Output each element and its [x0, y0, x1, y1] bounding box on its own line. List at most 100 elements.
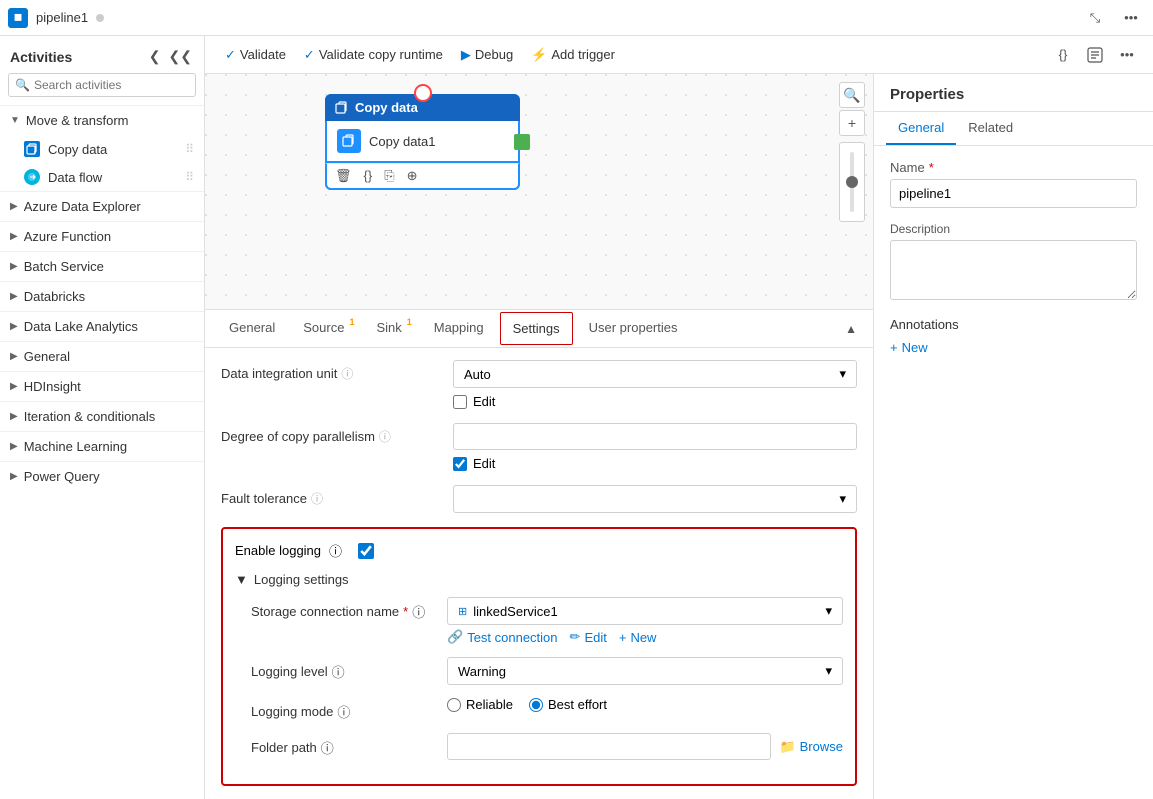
tab-mapping[interactable]: Mapping [422, 312, 496, 345]
collapse-panel-btn[interactable]: ▲ [841, 318, 861, 340]
folder-path-info-icon[interactable]: ⓘ [321, 738, 334, 757]
data-flow-icon [24, 169, 40, 185]
sidebar: Activities ❮ ❮❮ 🔍 ▼ Move & transform Cop… [0, 36, 205, 799]
folder-path-input[interactable] [447, 733, 771, 760]
main-layout: Activities ❮ ❮❮ 🔍 ▼ Move & transform Cop… [0, 36, 1153, 799]
radio-reliable-label: Reliable [466, 697, 513, 712]
sidebar-item-copy-data[interactable]: Copy data ⠿ [0, 135, 204, 163]
chevron-down-icon: ▼ [10, 115, 20, 126]
section-data-lake-analytics-header[interactable]: ▶ Data Lake Analytics [0, 312, 204, 341]
radio-best-effort[interactable]: Best effort [529, 697, 607, 712]
new-connection-btn[interactable]: + New [619, 630, 657, 645]
search-box[interactable]: 🔍 [8, 73, 196, 97]
section-databricks-header[interactable]: ▶ Databricks [0, 282, 204, 311]
test-connection-btn[interactable]: 🔗 Test connection [447, 629, 558, 645]
section-iteration-conditionals-header[interactable]: ▶ Iteration & conditionals [0, 402, 204, 431]
validate-label: Validate [240, 47, 286, 62]
parallelism-control: Edit [453, 423, 857, 471]
browse-btn[interactable]: 📁 Browse [779, 739, 843, 755]
fault-select[interactable]: ▾ [453, 485, 857, 513]
diu-select[interactable]: Auto ▾ [453, 360, 857, 388]
zoom-in-btn[interactable]: + [839, 110, 865, 136]
collapse-icon[interactable]: ❮ [147, 46, 163, 67]
search-canvas-btn[interactable]: 🔍 [839, 82, 865, 108]
chevron-right-icon-5: ▶ [10, 321, 18, 332]
chevron-right-icon-6: ▶ [10, 351, 18, 362]
validate-icon-btn[interactable] [1081, 41, 1109, 69]
copy-data-icon [24, 141, 40, 157]
radio-reliable[interactable]: Reliable [447, 697, 513, 712]
section-batch-service-header[interactable]: ▶ Batch Service [0, 252, 204, 281]
section-general-header[interactable]: ▶ General [0, 342, 204, 371]
section-azure-function-header[interactable]: ▶ Azure Function [0, 222, 204, 251]
storage-connection-control: ⊞ linkedService1 ▾ 🔗 Test connection [447, 597, 843, 645]
search-input[interactable] [34, 78, 189, 92]
section-move-transform-header[interactable]: ▼ Move & transform [0, 106, 204, 135]
parallelism-info-icon[interactable]: ⓘ [379, 428, 391, 445]
section-hdinsight-label: HDInsight [24, 379, 81, 394]
section-batch-service: ▶ Batch Service [0, 251, 204, 281]
delete-node-btn[interactable]: 🗑 [335, 168, 352, 184]
logging-level-select[interactable]: Warning ▾ [447, 657, 843, 685]
resize-btn[interactable]: ⤡ [1081, 4, 1109, 32]
code-view-btn[interactable]: {} [1049, 41, 1077, 69]
canvas-container: Copy data Copy data1 🗑 [205, 74, 873, 309]
radio-best-effort-input[interactable] [529, 698, 543, 712]
logging-mode-control: Reliable Best effort [447, 697, 843, 712]
diu-edit-checkbox[interactable] [453, 395, 467, 409]
diu-info-icon[interactable]: ⓘ [341, 365, 353, 382]
validate-copy-btn[interactable]: ✓ Validate copy runtime [296, 43, 451, 67]
enable-logging-info-icon[interactable]: ⓘ [329, 541, 342, 560]
more-options-btn[interactable]: ••• [1117, 4, 1145, 32]
edit-connection-btn[interactable]: ✏ Edit [570, 629, 607, 645]
add-annotation-plus-icon: + [890, 340, 898, 355]
section-hdinsight-header[interactable]: ▶ HDInsight [0, 372, 204, 401]
section-machine-learning-header[interactable]: ▶ Machine Learning [0, 432, 204, 461]
unsaved-indicator [96, 14, 104, 22]
storage-connection-info-icon[interactable]: ⓘ [412, 602, 425, 621]
more-options-canvas-btn[interactable]: ••• [1113, 41, 1141, 69]
storage-connection-select[interactable]: ⊞ linkedService1 ▾ [447, 597, 843, 625]
tab-source[interactable]: Source 1 [291, 312, 360, 345]
logging-level-info-icon[interactable]: ⓘ [332, 662, 345, 681]
section-databricks: ▶ Databricks [0, 281, 204, 311]
validate-btn[interactable]: ✓ Validate [217, 43, 294, 67]
canvas-bg[interactable]: Copy data Copy data1 🗑 [205, 74, 873, 309]
code-node-btn[interactable]: {} [364, 168, 373, 184]
section-power-query-header[interactable]: ▶ Power Query [0, 462, 204, 491]
tab-sink[interactable]: Sink 1 [364, 312, 417, 345]
prop-tab-general[interactable]: General [886, 112, 956, 145]
tab-sink-label: Sink [376, 320, 401, 335]
activity-node[interactable]: Copy data Copy data1 🗑 [325, 94, 520, 190]
fault-info-icon[interactable]: ⓘ [311, 490, 323, 507]
tab-user-properties[interactable]: User properties [577, 312, 690, 345]
collapse-all-icon[interactable]: ❮❮ [167, 46, 194, 67]
logging-level-control: Warning ▾ [447, 657, 843, 685]
add-annotation-btn[interactable]: + New [890, 340, 1137, 355]
sidebar-item-data-flow[interactable]: Data flow ⠿ [0, 163, 204, 191]
zoom-slider[interactable] [839, 142, 865, 222]
enable-logging-checkbox[interactable] [358, 543, 374, 559]
add-trigger-btn[interactable]: ⚡ Add trigger [523, 43, 623, 67]
radio-reliable-input[interactable] [447, 698, 461, 712]
prop-description-input[interactable] [890, 240, 1137, 300]
prop-name-input[interactable] [890, 179, 1137, 208]
logging-collapse-icon[interactable]: ▼ [235, 572, 248, 587]
node-connector-right[interactable] [514, 134, 530, 150]
copy-node-btn[interactable]: ⎘ [384, 168, 394, 184]
debug-btn[interactable]: ▶ Debug [453, 43, 521, 67]
node-connector-top[interactable] [414, 84, 432, 102]
parallelism-edit-checkbox[interactable] [453, 457, 467, 471]
logging-mode-info-icon[interactable]: ⓘ [337, 702, 350, 721]
parallelism-input[interactable] [453, 423, 857, 450]
add-annotation-label: New [902, 340, 928, 355]
diu-chevron-icon: ▾ [839, 366, 846, 382]
section-azure-data-explorer-header[interactable]: ▶ Azure Data Explorer [0, 192, 204, 221]
tab-settings[interactable]: Settings [500, 312, 573, 345]
section-machine-learning: ▶ Machine Learning [0, 431, 204, 461]
prop-name-label: Name * [890, 160, 1137, 175]
slider-thumb[interactable] [846, 176, 858, 188]
prop-tab-related[interactable]: Related [956, 112, 1025, 145]
tab-general[interactable]: General [217, 312, 287, 345]
link-node-btn[interactable]: ⊕ [407, 168, 418, 184]
